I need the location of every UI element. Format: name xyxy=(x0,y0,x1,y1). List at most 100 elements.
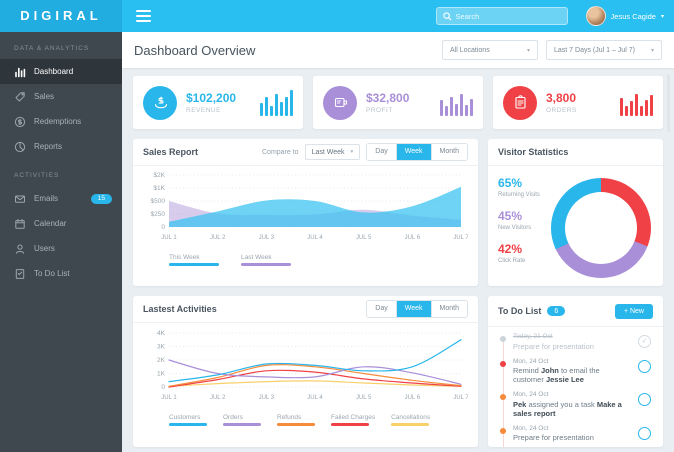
sales-tab-week[interactable]: Week xyxy=(395,144,431,160)
sparkline-bar xyxy=(290,89,293,116)
sidebar-item-calendar[interactable]: Calendar xyxy=(0,211,122,236)
sparkline-bar xyxy=(640,105,643,116)
todo-checked-icon[interactable]: ✓ xyxy=(638,335,651,348)
sidebar-item-label: Dashboard xyxy=(34,67,74,76)
clipboard-icon xyxy=(514,95,526,109)
stat-value: 3,800 xyxy=(546,91,577,105)
todo-item-date: Mon, 24 Oct xyxy=(513,391,549,398)
tag-icon xyxy=(15,91,25,101)
visitor-statistics-body: 65% Returning Visits 45% New Visitors 42% Cli… xyxy=(488,166,663,278)
pie-chart-icon xyxy=(14,141,26,152)
calendar-icon xyxy=(15,218,25,229)
sidebar-item-sales[interactable]: Sales xyxy=(0,84,122,109)
user-menu[interactable]: Jesus Cagide ▾ xyxy=(585,6,664,26)
activities-tab-day[interactable]: Day xyxy=(367,301,396,317)
date-range-filter[interactable]: Last 7 Days (Jul 1 – Jul 7) ▾ xyxy=(546,40,662,60)
visitor-stat-returning-visits: 65% Returning Visits xyxy=(498,176,550,198)
legend-swatch xyxy=(241,263,291,266)
stat-texts: $32,800 PROFIT xyxy=(366,91,409,114)
sidebar: DATA & ANALYTICS Dashboard Sales Redemption… xyxy=(0,32,122,452)
sparkline-bar xyxy=(260,102,263,116)
legend-swatch xyxy=(169,423,207,426)
compare-to-label: Compare to xyxy=(262,148,299,156)
sidebar-item-emails[interactable]: Emails 15 xyxy=(0,186,122,211)
sparkline-bar xyxy=(275,93,278,116)
y-tick-label: $250 xyxy=(151,211,166,218)
search-input[interactable] xyxy=(455,11,561,21)
menu-icon[interactable] xyxy=(136,7,151,25)
todo-priority-dot xyxy=(500,394,506,400)
visitor-stat-value: 65% xyxy=(498,176,523,190)
stat-sparkline xyxy=(260,89,293,116)
sparkline-bar xyxy=(265,96,268,116)
y-tick-label: 0 xyxy=(161,224,165,231)
x-tick-label: JUL 2 xyxy=(210,235,226,241)
legend-label: Orders xyxy=(223,414,243,421)
x-tick-label: JUL 1 xyxy=(161,395,177,401)
y-tick-label: 4K xyxy=(157,330,166,337)
sidebar-item-users[interactable]: Users xyxy=(0,236,122,261)
user-name: Jesus Cagide xyxy=(610,11,656,21)
activities-tab-week[interactable]: Week xyxy=(395,301,431,317)
sparkline-bar xyxy=(460,93,463,116)
legend-label: Customers xyxy=(169,414,201,421)
x-tick-label: JUL 6 xyxy=(405,395,421,401)
chevron-down-icon: ▾ xyxy=(650,47,654,54)
avatar xyxy=(585,6,606,26)
stat-sparkline xyxy=(440,90,473,116)
activities-chart: 4K 3K 2K 1K 0 JUL 1 JUL 2 JUL 3 JUL 4 JUL 5 JUL 6 J… xyxy=(157,330,469,401)
location-filter[interactable]: All Locations ▾ xyxy=(442,40,538,60)
visitor-stat-label: Returning Visits xyxy=(498,192,540,198)
y-tick-label: 0 xyxy=(161,384,165,391)
sidebar-section-label: ACTIVITIES xyxy=(14,172,60,179)
search-icon xyxy=(442,11,452,20)
sales-chart: $2K $1K $500 $250 0 JUL 1 JUL 2 JUL 3 JUL 4 JUL 5… xyxy=(151,172,470,241)
todo-item: Mon, 24 Oct Pek assigned you a task Make … xyxy=(498,391,651,418)
legend-label: Last Week xyxy=(241,254,272,261)
sidebar-item-dashboard[interactable]: Dashboard xyxy=(0,59,122,84)
panel-title: To Do List xyxy=(498,306,542,316)
new-todo-button[interactable]: + New xyxy=(614,303,653,319)
todo-checkbox[interactable] xyxy=(638,426,651,440)
stat-icon-wrap xyxy=(323,85,357,120)
sales-report-header: Sales Report Compare to Last Week ▾ Day W… xyxy=(133,139,478,166)
stat-label: ORDERS xyxy=(546,107,577,114)
todo-priority-dot xyxy=(500,360,506,367)
sidebar-item-label: Users xyxy=(34,244,55,253)
todo-item: Mon, 24 Oct Prepare for presentation xyxy=(498,425,651,442)
sidebar-item-reports[interactable]: Reports xyxy=(0,134,122,159)
todo-item-text: Prepare for presentation xyxy=(513,341,594,351)
sidebar-item-to-do-list[interactable]: To Do List xyxy=(0,261,122,286)
legend-swatch xyxy=(277,423,315,426)
x-tick-label: JUL 5 xyxy=(356,235,372,241)
top-header: DIGIRAL Jesus Cagide ▾ xyxy=(0,0,674,32)
user-icon xyxy=(15,244,25,254)
latest-activities-panel: Lastest Activities Day Week Month 4K 3K 2K 1K… xyxy=(133,296,478,447)
compare-to-select[interactable]: Last Week ▾ xyxy=(304,144,361,160)
activities-range-tabs: Day Week Month xyxy=(366,300,468,318)
sparkline-bar xyxy=(645,99,648,116)
activities-tab-month[interactable]: Month xyxy=(430,301,467,317)
sales-chart-area: $2K $1K $500 $250 0 JUL 1 JUL 2 JUL 3 JUL 4 JUL 5… xyxy=(133,166,478,251)
sidebar-section-label: DATA & ANALYTICS xyxy=(14,45,90,52)
todo-item-date: Mon, 24 Oct xyxy=(513,357,549,365)
main-content: Dashboard Overview All Locations ▾ Last … xyxy=(122,32,674,452)
sales-tab-day[interactable]: Day xyxy=(367,144,396,160)
todo-checkbox[interactable] xyxy=(638,393,651,406)
y-tick-label: 2K xyxy=(157,357,166,364)
date-range-value: Last 7 Days (Jul 1 – Jul 7) xyxy=(554,46,635,54)
sidebar-item-redemptions[interactable]: Redemptions xyxy=(0,109,122,134)
sidebar-item-label: Sales xyxy=(34,92,55,101)
todo-item-text: Remind John to email the customer Jessie… xyxy=(513,366,600,384)
latest-activities-header: Lastest Activities Day Week Month xyxy=(133,296,478,323)
sparkline-bar xyxy=(635,93,638,116)
location-filter-value: All Locations xyxy=(450,46,490,54)
sales-tab-month[interactable]: Month xyxy=(430,144,467,160)
legend-item-this-week: This Week xyxy=(169,254,219,266)
visitor-stat-label: New Visitors xyxy=(498,225,532,231)
todo-checkbox[interactable] xyxy=(638,359,651,373)
visitor-stat-new-visitors: 45% New Visitors xyxy=(498,209,550,231)
y-tick-label: 1K xyxy=(157,371,166,378)
x-tick-label: JUL 5 xyxy=(356,395,372,401)
todo-count-badge: 6 xyxy=(547,306,566,316)
